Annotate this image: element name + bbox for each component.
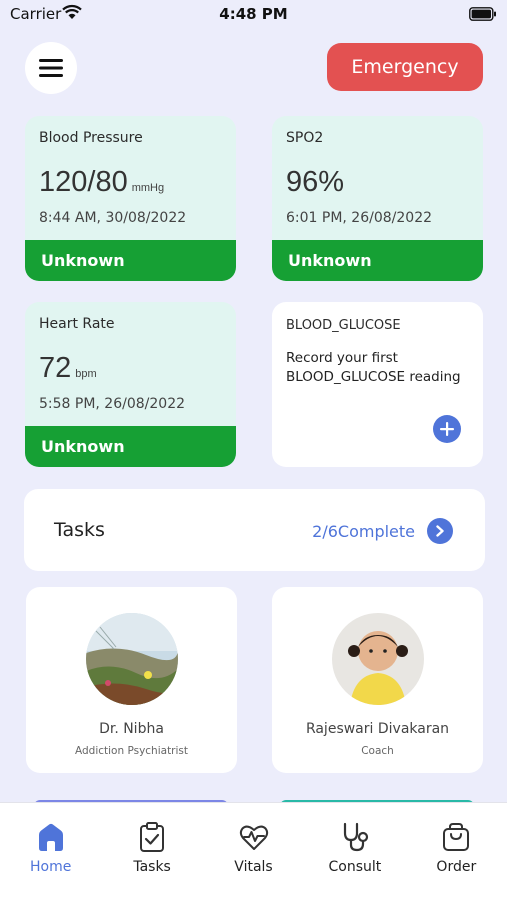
heart-rate-time: 5:58 PM, 26/08/2022 <box>39 396 186 412</box>
shopping-bag-icon <box>443 823 470 851</box>
care-team-card[interactable]: Dr. Nibha Addiction Psychiatrist <box>26 587 237 773</box>
tasks-progress[interactable]: 2/6Complete <box>312 518 453 544</box>
heart-rate-value: 72 <box>39 352 72 384</box>
care-team-name: Dr. Nibha <box>99 721 164 737</box>
spo2-status: Unknown <box>272 240 483 281</box>
home-icon <box>38 823 63 851</box>
hamburger-menu-icon <box>39 59 63 77</box>
emergency-button[interactable]: Emergency <box>327 43 483 91</box>
tab-vitals-label: Vitals <box>234 859 273 875</box>
add-blood-glucose-button[interactable] <box>433 415 461 443</box>
blood-glucose-message: Record your first BLOOD_GLUCOSE reading <box>286 350 461 385</box>
tasks-title: Tasks <box>54 519 105 541</box>
coach-avatar-photo <box>332 613 424 705</box>
blood-glucose-card[interactable]: BLOOD_GLUCOSE Record your first BLOOD_GL… <box>272 302 483 467</box>
tab-order[interactable]: Order <box>406 803 507 900</box>
blood-pressure-unit: mmHg <box>131 182 165 194</box>
status-time: 4:48 PM <box>219 5 288 23</box>
emergency-button-label: Emergency <box>351 56 459 78</box>
heart-rate-unit: bpm <box>75 368 97 380</box>
heart-rate-title: Heart Rate <box>39 316 115 332</box>
tab-home[interactable]: Home <box>0 803 101 900</box>
clipboard-check-icon <box>140 822 165 852</box>
spo2-card[interactable]: SPO2 96% 6:01 PM, 26/08/2022 Unknown <box>272 116 483 281</box>
spo2-value: 96% <box>286 166 345 198</box>
spo2-value-row: 96% <box>286 166 344 199</box>
blood-pressure-status: Unknown <box>25 240 236 281</box>
tab-consult-label: Consult <box>328 859 382 875</box>
blood-pressure-value: 120/80 <box>39 166 128 198</box>
spo2-time: 6:01 PM, 26/08/2022 <box>286 210 433 226</box>
tasks-arrow-button[interactable] <box>427 518 453 544</box>
heart-pulse-icon <box>239 825 268 850</box>
tasks-progress-label: 2/6Complete <box>312 521 415 541</box>
tab-order-label: Order <box>436 859 477 875</box>
spo2-title: SPO2 <box>286 130 324 146</box>
heart-rate-status: Unknown <box>25 426 236 467</box>
tab-tasks-label: Tasks <box>133 859 171 875</box>
tab-tasks[interactable]: Tasks <box>101 803 202 900</box>
blood-pressure-card[interactable]: Blood Pressure 120/80 mmHg 8:44 AM, 30/08… <box>25 116 236 281</box>
plus-icon <box>440 422 454 436</box>
care-team-role: Coach <box>361 745 394 757</box>
blood-pressure-value-row: 120/80 mmHg <box>39 166 164 199</box>
status-bar: Carrier 4:48 PM <box>0 0 507 30</box>
battery-icon <box>469 7 496 21</box>
menu-button[interactable] <box>25 42 77 94</box>
doctor-avatar-photo <box>86 613 178 705</box>
care-team-card[interactable]: Rajeswari Divakaran Coach <box>272 587 483 773</box>
blood-pressure-time: 8:44 AM, 30/08/2022 <box>39 210 187 226</box>
chevron-right-icon <box>436 525 444 537</box>
avatar <box>332 613 424 705</box>
tab-vitals[interactable]: Vitals <box>203 803 304 900</box>
blood-glucose-title: BLOOD_GLUCOSE <box>286 318 401 333</box>
blood-pressure-title: Blood Pressure <box>39 130 143 146</box>
care-team-role: Addiction Psychiatrist <box>74 745 189 757</box>
avatar <box>86 613 178 705</box>
tab-consult[interactable]: Consult <box>304 803 405 900</box>
care-team-name: Rajeswari Divakaran <box>305 721 450 737</box>
stethoscope-icon <box>343 822 369 852</box>
tab-home-label: Home <box>30 859 72 875</box>
tasks-card[interactable]: Tasks 2/6Complete <box>24 489 485 571</box>
heart-rate-card[interactable]: Heart Rate 72 bpm 5:58 PM, 26/08/2022 Unk… <box>25 302 236 467</box>
heart-rate-value-row: 72 bpm <box>39 352 97 385</box>
bottom-tab-bar: Home Tasks Vitals Consult Order <box>0 802 507 900</box>
